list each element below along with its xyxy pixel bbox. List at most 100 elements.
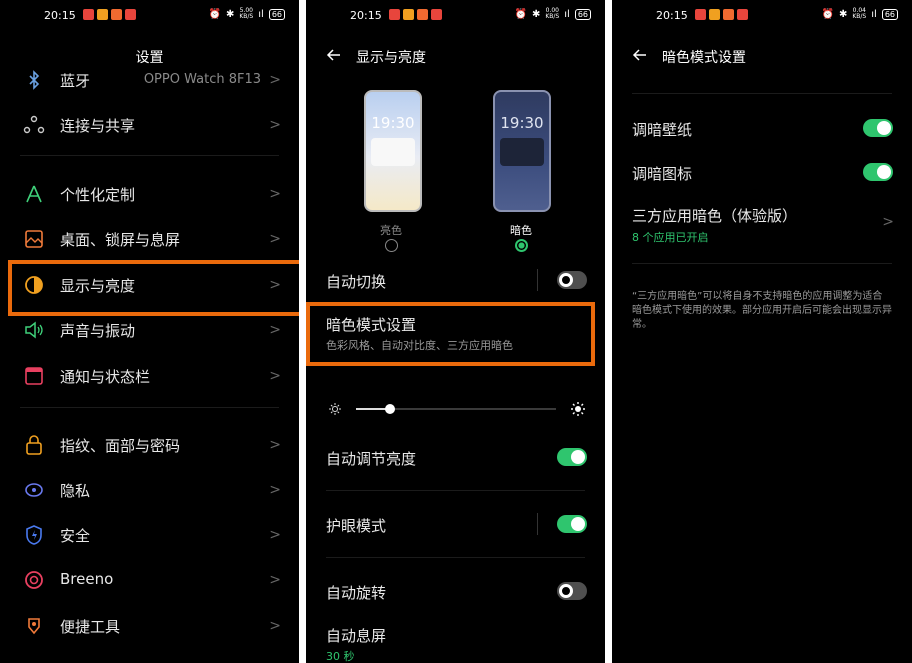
settings-item-sound[interactable]: 声音与振动 > <box>0 308 299 352</box>
notification-icons <box>83 9 136 20</box>
app-notification-icon <box>97 9 108 20</box>
settings-item-tools[interactable]: 便捷工具 > <box>0 604 299 648</box>
status-time: 20:15 <box>44 9 76 22</box>
dim-icons-toggle[interactable] <box>863 163 893 181</box>
settings-item-privacy[interactable]: 隐私 > <box>0 468 299 512</box>
settings-item-desktop[interactable]: 桌面、锁屏与息屏 > <box>0 217 299 261</box>
battery-icon: 66 <box>268 8 285 20</box>
divider <box>326 557 585 558</box>
share-icon <box>23 115 45 134</box>
bluetooth-icon <box>29 70 40 90</box>
status-time: 20:15 <box>656 9 688 22</box>
settings-item-connection[interactable]: 连接与共享 > <box>0 103 299 147</box>
net-speed: 0.00 KB/S <box>545 7 560 20</box>
app-notification-icon <box>403 9 414 20</box>
settings-item-personalize[interactable]: 个性化定制 > <box>0 172 299 216</box>
status-time: 20:15 <box>350 9 382 22</box>
divider <box>20 407 279 408</box>
bluetooth-icon: ✱ <box>225 8 235 20</box>
app-notification-icon <box>709 9 720 20</box>
dim-wallpaper-toggle[interactable] <box>863 119 893 137</box>
tools-icon <box>28 618 40 635</box>
brightness-low-icon <box>329 403 341 415</box>
chevron-right-icon: > <box>269 231 281 247</box>
dim-icons-label: 调暗图标 <box>632 165 693 183</box>
chevron-right-icon: > <box>269 186 281 202</box>
auto-rotate-label: 自动旋转 <box>326 584 387 602</box>
notification-icons <box>389 9 442 20</box>
chevron-right-icon: > <box>269 72 281 88</box>
status-bar: 20:15 ⏰ ✱ 0.00 KB/S ıl 66 <box>306 0 605 32</box>
net-speed: 5.00 KB/S <box>239 7 254 20</box>
settings-panel: 20:15 ⏰ ✱ 5.00 KB/S ıl 66 设置 蓝牙 OPPO Watc… <box>0 0 299 663</box>
personalize-icon <box>26 185 42 203</box>
settings-item-fingerprint[interactable]: 指纹、面部与密码 > <box>0 423 299 467</box>
speaker-icon <box>25 321 43 339</box>
page-title: 显示与亮度 <box>356 50 426 66</box>
light-mode-preview[interactable]: 19:30 <box>364 90 422 212</box>
chevron-right-icon: > <box>882 214 894 230</box>
status-right: ⏰ ✱ 5.00 KB/S ıl 66 <box>209 8 285 20</box>
dark-mode-radio[interactable] <box>515 239 528 252</box>
status-bar: 20:15 ⏰ ✱ 5.00 KB/S ıl 66 <box>0 0 299 32</box>
settings-item-breeno[interactable]: Breeno > <box>0 558 299 602</box>
bluetooth-icon: ✱ <box>838 8 848 20</box>
brightness-slider-knob[interactable] <box>385 404 395 414</box>
chevron-right-icon: > <box>269 527 281 543</box>
app-notification-icon <box>389 9 400 20</box>
battery-icon: 66 <box>574 8 591 20</box>
auto-switch-label: 自动切换 <box>326 273 387 291</box>
back-arrow-icon[interactable] <box>324 45 344 65</box>
status-right: ⏰ ✱ 0.00 KB/S ıl 66 <box>515 8 591 20</box>
screen-timeout-label: 自动息屏 <box>326 627 387 645</box>
chevron-right-icon: > <box>269 482 281 498</box>
signal-icon: ıl <box>871 8 877 20</box>
settings-item-bluetooth[interactable]: 蓝牙 OPPO Watch 8F13 > <box>0 58 299 102</box>
bluetooth-icon: ✱ <box>531 8 541 20</box>
third-party-dark-label: 三方应用暗色（体验版） <box>632 207 798 225</box>
dark-mode-preview[interactable]: 19:30 <box>493 90 551 212</box>
notification-icons <box>695 9 748 20</box>
signal-icon: ıl <box>564 8 570 20</box>
light-mode-radio[interactable] <box>385 239 398 252</box>
light-mode-label: 亮色 <box>380 224 402 237</box>
eye-care-toggle[interactable] <box>557 515 587 533</box>
dark-mode-label: 暗色 <box>510 224 532 237</box>
privacy-icon <box>25 483 43 497</box>
app-notification-icon <box>737 9 748 20</box>
divider <box>537 513 538 535</box>
screen-timeout-value: 30 秒 <box>326 650 355 663</box>
alarm-icon: ⏰ <box>514 8 527 20</box>
back-arrow-icon[interactable] <box>630 45 650 65</box>
auto-rotate-toggle[interactable] <box>557 582 587 600</box>
display-panel: 20:15 ⏰ ✱ 0.00 KB/S ıl 66 显示与亮度 19:30 19:… <box>306 0 605 663</box>
brightness-slider[interactable] <box>356 404 556 414</box>
divider <box>20 155 279 156</box>
settings-item-security[interactable]: 安全 > <box>0 513 299 557</box>
divider <box>632 93 892 94</box>
divider <box>537 269 538 291</box>
shield-icon <box>26 525 42 545</box>
dim-wallpaper-label: 调暗壁纸 <box>632 121 693 139</box>
app-notification-icon <box>111 9 122 20</box>
app-notification-icon <box>125 9 136 20</box>
breeno-icon <box>25 571 43 589</box>
auto-switch-toggle[interactable] <box>557 271 587 289</box>
battery-icon: 66 <box>881 8 898 20</box>
third-party-note: “三方应用暗色”可以将自身不支持暗色的应用调整为适合暗色模式下使用的效果。部分应… <box>632 291 892 330</box>
settings-item-notification[interactable]: 通知与状态栏 > <box>0 354 299 398</box>
app-notification-icon <box>695 9 706 20</box>
chevron-right-icon: > <box>269 572 281 588</box>
wallpaper-icon <box>25 230 43 248</box>
net-speed: 0.04 KB/S <box>852 7 867 20</box>
app-notification-icon <box>723 9 734 20</box>
auto-brightness-toggle[interactable] <box>557 448 587 466</box>
notification-icon <box>25 367 43 385</box>
chevron-right-icon: > <box>269 437 281 453</box>
alarm-icon: ⏰ <box>208 8 221 20</box>
eye-care-label: 护眼模式 <box>326 517 387 535</box>
chevron-right-icon: > <box>269 322 281 338</box>
lock-icon <box>26 435 42 455</box>
app-notification-icon <box>83 9 94 20</box>
highlight-box <box>306 302 595 366</box>
